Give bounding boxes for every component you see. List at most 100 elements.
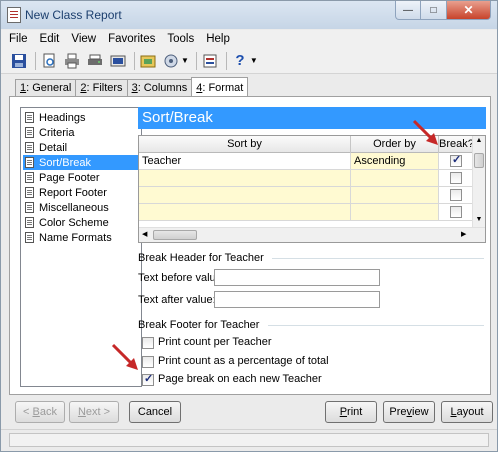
list-item-miscellaneous[interactable]: Miscellaneous <box>23 200 139 215</box>
menu-edit[interactable]: Edit <box>40 33 60 45</box>
order-by-cell[interactable] <box>351 170 439 186</box>
break-checkbox[interactable] <box>450 172 462 184</box>
print-icon[interactable] <box>62 52 82 70</box>
list-item-sort-break[interactable]: Sort/Break <box>23 155 139 170</box>
list-item-label: Color Scheme <box>39 216 109 229</box>
cancel-button[interactable]: Cancel <box>129 401 181 423</box>
export-icon[interactable] <box>108 52 128 70</box>
title-bar: New Class Report — □ ✕ <box>1 1 497 29</box>
print-key: P <box>339 406 348 418</box>
print-percentage-label[interactable]: Print count as a percentage of total <box>158 355 329 367</box>
maximize-button[interactable]: □ <box>421 1 447 20</box>
toolbar-separator <box>134 51 135 70</box>
print-count-label[interactable]: Print count per Teacher <box>158 336 272 348</box>
back-button[interactable]: < Back <box>15 401 65 423</box>
annotation-arrow-icon <box>111 343 138 370</box>
document-icon <box>25 127 34 138</box>
tab-general-label: : General <box>26 82 72 94</box>
menu-file[interactable]: File <box>9 33 28 45</box>
menu-help[interactable]: Help <box>206 33 230 45</box>
status-bar <box>1 429 497 451</box>
scroll-left-icon[interactable]: ◀ <box>142 230 147 238</box>
tab-filters-label: : Filters <box>86 82 123 94</box>
menu-view[interactable]: View <box>71 33 96 45</box>
settings-icon[interactable] <box>200 52 220 70</box>
close-button[interactable]: ✕ <box>447 1 491 20</box>
document-icon <box>25 142 34 153</box>
document-icon <box>25 232 34 243</box>
sort-grid: Sort by Order by Break? Teacher Ascendin… <box>138 135 486 243</box>
tab-filters[interactable]: 2: Filters <box>75 79 128 97</box>
toolbar: ▼ ? ▼ <box>1 48 497 74</box>
save-icon[interactable] <box>9 52 29 70</box>
list-item-headings[interactable]: Headings <box>23 110 139 125</box>
break-checkbox[interactable] <box>450 153 462 167</box>
text-after-field[interactable] <box>214 291 380 308</box>
list-item-label: Page Footer <box>39 171 100 184</box>
layout-icon[interactable] <box>161 52 181 70</box>
toolbar-separator <box>225 51 227 70</box>
scroll-right-icon[interactable]: ▶ <box>461 230 466 238</box>
page-break-checkbox[interactable] <box>142 372 154 386</box>
list-item-label: Detail <box>39 141 68 154</box>
sort-by-cell[interactable] <box>139 170 351 186</box>
list-item-criteria[interactable]: Criteria <box>23 125 139 140</box>
scroll-up-icon[interactable]: ▲ <box>473 137 485 144</box>
order-by-cell[interactable]: Ascending <box>351 153 439 169</box>
list-item-page-footer[interactable]: Page Footer <box>23 170 139 185</box>
tab-columns-label: : Columns <box>137 82 188 94</box>
print-button[interactable]: Print <box>325 401 377 423</box>
scroll-thumb[interactable] <box>153 230 197 240</box>
menu-tools[interactable]: Tools <box>167 33 194 45</box>
column-header-sort-by[interactable]: Sort by <box>139 136 351 153</box>
sort-by-cell[interactable]: Teacher <box>139 153 351 169</box>
tab-general[interactable]: 1: General <box>15 79 77 97</box>
print-setup-icon[interactable] <box>85 52 105 70</box>
chevron-down-icon[interactable]: ▼ <box>181 56 189 65</box>
text-before-label: Text before value: <box>138 272 225 284</box>
break-checkbox[interactable] <box>450 189 462 201</box>
scroll-down-icon[interactable]: ▼ <box>473 216 485 223</box>
window-controls: — □ ✕ <box>395 1 491 21</box>
column-header-break[interactable]: Break? <box>439 136 474 153</box>
tab-columns[interactable]: 3: Columns <box>126 79 193 97</box>
table-row: Teacher Ascending <box>139 153 473 170</box>
horizontal-scrollbar[interactable]: ◀ ▶ <box>139 227 485 242</box>
annotation-arrow-icon <box>412 119 438 145</box>
break-checkbox[interactable] <box>450 206 462 218</box>
print-count-checkbox[interactable] <box>142 337 154 349</box>
list-item-detail[interactable]: Detail <box>23 140 139 155</box>
tab-format[interactable]: 4: Format <box>191 77 249 97</box>
chevron-down-icon[interactable]: ▼ <box>250 56 258 65</box>
next-button[interactable]: Next > <box>69 401 119 423</box>
document-icon <box>25 157 34 168</box>
sort-by-cell[interactable] <box>139 187 351 203</box>
document-icon <box>25 172 34 183</box>
list-item-name-formats[interactable]: Name Formats <box>23 230 139 245</box>
list-item-report-footer[interactable]: Report Footer <box>23 185 139 200</box>
minimize-button[interactable]: — <box>395 1 421 20</box>
order-by-cell[interactable] <box>351 187 439 203</box>
table-row <box>139 187 473 204</box>
table-row <box>139 204 473 221</box>
break-cell <box>439 187 473 203</box>
scroll-thumb[interactable] <box>474 153 484 168</box>
sort-by-cell[interactable] <box>139 204 351 220</box>
print-percentage-checkbox[interactable] <box>142 356 154 368</box>
page-break-label[interactable]: Page break on each new Teacher <box>158 373 322 385</box>
menu-favorites[interactable]: Favorites <box>108 33 155 45</box>
order-by-cell[interactable] <box>351 204 439 220</box>
list-item-label: Sort/Break <box>39 156 91 169</box>
list-item-color-scheme[interactable]: Color Scheme <box>23 215 139 230</box>
tab-strip: 1: General 2: Filters 3: Columns 4: Form… <box>15 77 249 97</box>
document-icon <box>25 217 34 228</box>
preview-button[interactable]: Pre v iew <box>383 401 435 423</box>
preview-icon[interactable] <box>39 52 59 70</box>
layout-button[interactable]: Layout <box>441 401 493 423</box>
status-panel <box>9 433 489 447</box>
vertical-scrollbar[interactable]: ▲ ▼ <box>472 136 485 227</box>
help-icon[interactable]: ? <box>230 52 250 70</box>
text-before-field[interactable] <box>214 269 380 286</box>
open-icon[interactable] <box>138 52 158 70</box>
toolbar-separator <box>35 51 36 70</box>
